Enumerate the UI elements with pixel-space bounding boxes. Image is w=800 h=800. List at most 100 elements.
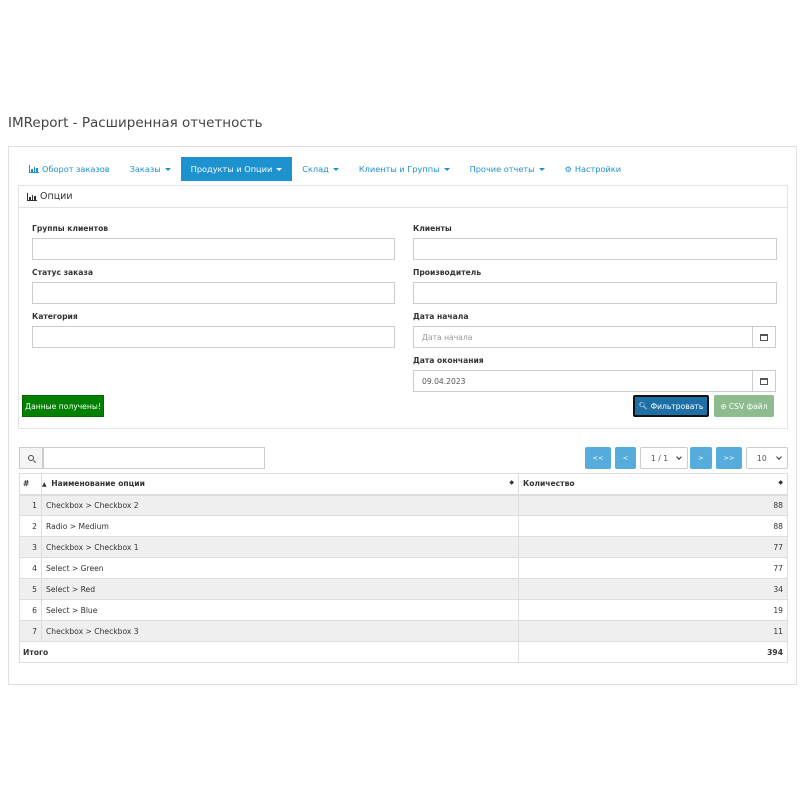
row-index: 6: [19, 599, 42, 621]
row-index: 5: [19, 578, 42, 600]
category-input[interactable]: [32, 326, 395, 348]
pagination-last-button[interactable]: >>: [716, 447, 742, 469]
nav-label: Заказы: [129, 164, 161, 174]
manufacturer-label: Производитель: [413, 268, 482, 277]
cogs-icon: ⚙: [564, 164, 572, 174]
row-qty: 19: [518, 599, 788, 621]
page-title: IMReport - Расширенная отчетность: [8, 115, 263, 131]
caret-down-icon: [276, 167, 283, 171]
column-header-label: Количество: [523, 479, 575, 489]
pagination-page-select[interactable]: 1 / 1: [640, 447, 688, 469]
report-nav: Оборот заказов Заказы Продукты и Опции С…: [19, 157, 631, 181]
caret-down-icon: [538, 167, 545, 171]
table-row: 6 Select > Blue 19: [19, 599, 788, 621]
row-option-name: Checkbox > Checkbox 1: [41, 536, 519, 558]
options-panel: Опции Группы клиентов Клиенты Статус зак…: [18, 185, 788, 429]
row-qty: 34: [518, 578, 788, 600]
search-icon: 🔍︎: [638, 402, 648, 410]
page-size-select[interactable]: 10: [746, 447, 788, 469]
column-header-qty[interactable]: Количество ◆: [518, 473, 788, 496]
nav-products-options[interactable]: Продукты и Опции: [180, 157, 293, 181]
panel-title: Опции: [40, 191, 73, 202]
pagination-page-value: 1 / 1: [651, 453, 669, 463]
panel-heading: Опции: [19, 186, 787, 208]
nav-label: Склад: [302, 164, 329, 174]
customer-groups-input[interactable]: [32, 238, 395, 260]
row-index: 7: [19, 620, 42, 642]
nav-label: Настройки: [574, 164, 622, 174]
row-option-name: Select > Red: [41, 578, 519, 600]
column-header-label: Наименование опции: [51, 479, 145, 489]
table-header-row: # ▲ Наименование опции ◆ Количество ◆: [19, 473, 788, 496]
csv-button[interactable]: ⊕ CSV файл: [714, 395, 774, 417]
row-option-name: Select > Blue: [41, 599, 519, 621]
table-row: 7 Checkbox > Checkbox 3 11: [19, 620, 788, 642]
order-status-input[interactable]: [32, 282, 395, 304]
pagination-first-button[interactable]: <<: [585, 447, 611, 469]
calendar-icon: [760, 333, 768, 341]
row-option-name: Checkbox > Checkbox 2: [41, 494, 519, 516]
nav-orders[interactable]: Заказы: [120, 157, 181, 181]
nav-other-reports[interactable]: Прочие отчеты: [460, 157, 555, 181]
row-option-name: Select > Green: [41, 557, 519, 579]
table-row: 5 Select > Red 34: [19, 578, 788, 600]
total-label: Итого: [19, 641, 519, 663]
date-start-calendar-button[interactable]: [752, 326, 776, 348]
nav-label: Оборот заказов: [42, 164, 110, 174]
row-option-name: Checkbox > Checkbox 3: [41, 620, 519, 642]
chevron-down-icon: [676, 454, 682, 460]
row-option-name: Radio > Medium: [41, 515, 519, 537]
nav-customers-groups[interactable]: Клиенты и Группы: [349, 157, 460, 181]
options-table: # ▲ Наименование опции ◆ Количество ◆ 1 …: [19, 473, 788, 663]
search-icon: [28, 455, 34, 461]
row-qty: 88: [518, 494, 788, 516]
row-qty: 88: [518, 515, 788, 537]
date-start-label: Дата начала: [413, 312, 469, 321]
column-header-label: #: [23, 479, 30, 489]
sort-icon: ◆: [509, 479, 514, 487]
nav-stock[interactable]: Склад: [292, 157, 349, 181]
table-search-button[interactable]: [19, 447, 43, 469]
row-index: 2: [19, 515, 42, 537]
column-header-index[interactable]: #: [19, 473, 42, 496]
bar-chart-icon: [29, 165, 39, 173]
data-received-button[interactable]: Данные получены!: [22, 395, 104, 417]
caret-down-icon: [332, 167, 339, 171]
customer-groups-label: Группы клиентов: [32, 224, 109, 233]
nav-order-turnover[interactable]: Оборот заказов: [19, 157, 120, 181]
nav-settings[interactable]: ⚙ Настройки: [555, 157, 631, 181]
row-qty: 77: [518, 557, 788, 579]
table-row: 4 Select > Green 77: [19, 557, 788, 579]
pagination-next-button[interactable]: >: [690, 447, 712, 469]
table-search-input[interactable]: [43, 447, 265, 469]
table-row: 2 Radio > Medium 88: [19, 515, 788, 537]
caret-down-icon: [443, 167, 450, 171]
row-index: 1: [19, 494, 42, 516]
row-qty: 11: [518, 620, 788, 642]
sort-asc-icon: ▲: [42, 481, 47, 489]
csv-button-label: CSV файл: [728, 401, 768, 411]
date-start-input[interactable]: Дата начала: [413, 326, 753, 348]
nav-label: Прочие отчеты: [469, 164, 535, 174]
sort-icon: ◆: [778, 479, 783, 487]
date-end-calendar-button[interactable]: [752, 370, 776, 392]
nav-label: Клиенты и Группы: [358, 164, 440, 174]
row-index: 3: [19, 536, 42, 558]
order-status-label: Статус заказа: [32, 268, 93, 277]
total-qty: 394: [518, 641, 788, 663]
date-end-input[interactable]: 09.04.2023: [413, 370, 753, 392]
manufacturer-input[interactable]: [413, 282, 777, 304]
calendar-icon: [760, 377, 768, 385]
table-row: 1 Checkbox > Checkbox 2 88: [19, 494, 788, 516]
report-container: Оборот заказов Заказы Продукты и Опции С…: [8, 146, 797, 685]
customers-input[interactable]: [413, 238, 777, 260]
filter-button-label: Фильтровать: [650, 401, 704, 411]
column-header-name[interactable]: ▲ Наименование опции ◆: [41, 473, 519, 496]
row-qty: 77: [518, 536, 788, 558]
table-total-row: Итого 394: [19, 641, 788, 663]
bar-chart-icon: [27, 192, 37, 201]
filter-button[interactable]: 🔍︎ Фильтровать: [633, 395, 709, 417]
table-row: 3 Checkbox > Checkbox 1 77: [19, 536, 788, 558]
pagination-prev-button[interactable]: <: [615, 447, 636, 469]
customers-label: Клиенты: [413, 224, 452, 233]
